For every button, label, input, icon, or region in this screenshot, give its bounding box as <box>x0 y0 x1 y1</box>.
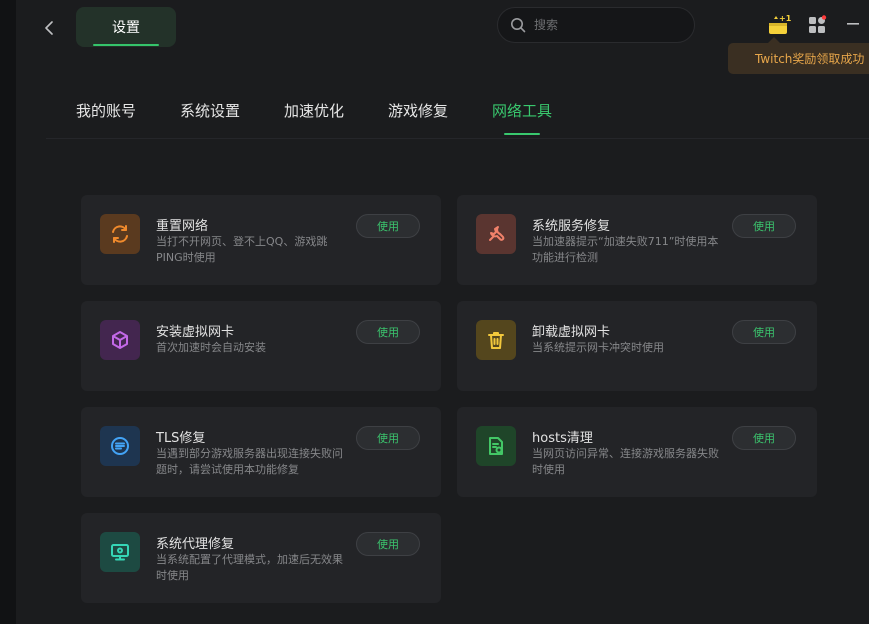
tls-repair-icon-tile <box>100 426 140 466</box>
tool-card-tls-repair: TLS修复 当遇到部分游戏服务器出现连接失败问题时，请尝试使用本功能修复 使用 <box>81 407 441 497</box>
tool-title: 系统服务修复 <box>532 219 611 234</box>
tab-game-repair[interactable]: 游戏修复 <box>388 100 448 121</box>
service-repair-icon-tile <box>476 214 516 254</box>
tool-card-uninstall-adapter: 卸载虚拟网卡 当系统提示网卡冲突时使用 使用 <box>457 301 817 391</box>
use-button[interactable]: 使用 <box>356 532 420 556</box>
svg-text:+1: +1 <box>779 14 791 23</box>
server-icon <box>111 437 129 455</box>
minimize-button[interactable] <box>845 14 861 34</box>
left-edge-strip <box>0 0 16 624</box>
tool-title: TLS修复 <box>156 431 206 446</box>
tool-description: 当加速器提示“加速失败711”时使用本功能进行检测 <box>532 235 719 264</box>
apps-grid-icon <box>809 15 827 33</box>
gift-box-icon: +1 <box>769 14 791 34</box>
use-button[interactable]: 使用 <box>356 320 420 344</box>
hosts-cleanup-icon-tile <box>476 426 516 466</box>
tool-card-reset-network: 重置网络 当打不开网页、登不上QQ、游戏跳PING时使用 使用 <box>81 195 441 285</box>
active-tab-indicator <box>504 133 541 135</box>
use-button[interactable]: 使用 <box>732 320 796 344</box>
toast-text: Twitch奖励领取成功 <box>755 52 865 66</box>
reset-network-icon-tile <box>100 214 140 254</box>
apps-button[interactable] <box>806 14 828 36</box>
wrench-icon <box>489 226 505 241</box>
settings-nav: 我的账号 系统设置 加速优化 游戏修复 网络工具 <box>46 94 869 139</box>
chevron-left-icon <box>45 21 53 35</box>
tool-card-proxy-repair: 系统代理修复 当系统配置了代理模式，加速后无效果时使用 使用 <box>81 513 441 603</box>
use-button[interactable]: 使用 <box>732 214 796 238</box>
use-button[interactable]: 使用 <box>732 426 796 450</box>
refresh-icon <box>112 225 128 243</box>
install-adapter-icon-tile <box>100 320 140 360</box>
trash-icon <box>488 332 504 349</box>
reward-button[interactable]: +1 <box>762 10 794 40</box>
tab-network-tools[interactable]: 网络工具 <box>492 100 552 135</box>
tool-description: 当系统配置了代理模式，加速后无效果时使用 <box>156 553 343 582</box>
use-button[interactable]: 使用 <box>356 426 420 450</box>
tool-title: 重置网络 <box>156 219 209 234</box>
tool-title: 安装虚拟网卡 <box>156 325 235 340</box>
document-icon <box>489 437 503 455</box>
minimize-icon <box>847 23 859 25</box>
tool-description: 首次加速时会自动安装 <box>156 341 266 354</box>
search-box[interactable] <box>497 7 695 43</box>
tab-my-account[interactable]: 我的账号 <box>76 100 136 121</box>
tool-description: 当网页访问异常、连接游戏服务器失败时使用 <box>532 447 719 476</box>
tool-description: 当打不开网页、登不上QQ、游戏跳PING时使用 <box>156 235 328 264</box>
tool-card-system-service-repair: 系统服务修复 当加速器提示“加速失败711”时使用本功能进行检测 使用 <box>457 195 817 285</box>
search-input[interactable] <box>532 17 676 33</box>
tool-description: 当遇到部分游戏服务器出现连接失败问题时，请尝试使用本功能修复 <box>156 447 343 476</box>
title-tab-underline <box>93 44 159 46</box>
use-button[interactable]: 使用 <box>356 214 420 238</box>
cube-icon <box>112 331 128 349</box>
monitor-icon <box>111 544 129 561</box>
tool-title: 系统代理修复 <box>156 537 235 552</box>
tab-system-settings[interactable]: 系统设置 <box>180 100 240 121</box>
search-icon <box>511 18 526 33</box>
reward-toast: Twitch奖励领取成功 <box>728 37 869 74</box>
back-button[interactable] <box>38 16 60 40</box>
page-title: 设置 <box>112 20 140 36</box>
settings-title-tab[interactable]: 设置 <box>76 7 176 47</box>
tool-title: hosts清理 <box>532 431 593 446</box>
tool-description: 当系统提示网卡冲突时使用 <box>532 341 664 354</box>
proxy-repair-icon-tile <box>100 532 140 572</box>
tab-acceleration[interactable]: 加速优化 <box>284 100 344 121</box>
tool-card-install-adapter: 安装虚拟网卡 首次加速时会自动安装 使用 <box>81 301 441 391</box>
tool-card-hosts-cleanup: hosts清理 当网页访问异常、连接游戏服务器失败时使用 使用 <box>457 407 817 497</box>
uninstall-adapter-icon-tile <box>476 320 516 360</box>
tool-title: 卸载虚拟网卡 <box>532 325 611 340</box>
